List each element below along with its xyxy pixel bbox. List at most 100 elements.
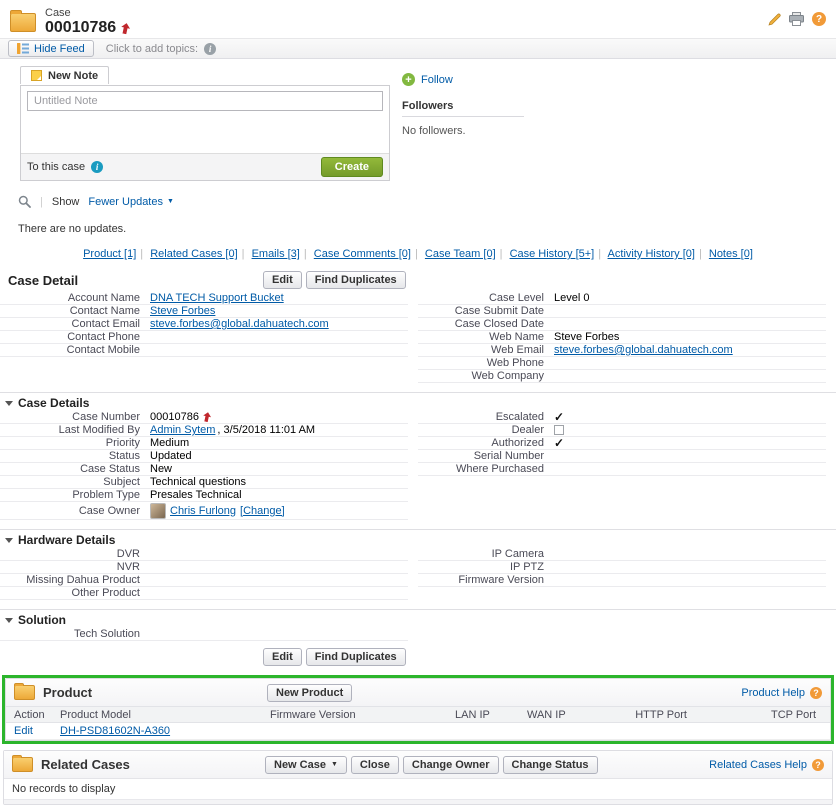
- product-edit-link[interactable]: Edit: [14, 725, 33, 737]
- case-detail-title: Case Detail: [8, 273, 78, 288]
- quicklink-case-comments[interactable]: Case Comments [0]: [314, 248, 411, 260]
- product-help-link[interactable]: Product Help ?: [741, 687, 822, 699]
- feed-filter-dropdown[interactable]: Fewer Updates ▼: [88, 196, 174, 208]
- field-row: IP Camera: [418, 548, 826, 561]
- chevron-down-icon: ▼: [331, 761, 338, 768]
- quicklink-notes[interactable]: Notes [0]: [709, 248, 753, 260]
- edit-button[interactable]: Edit: [263, 648, 302, 666]
- field-row: Last Modified ByAdmin Sytem, 3/5/2018 11…: [0, 424, 408, 437]
- solution-title: Solution: [18, 613, 66, 627]
- quicklink-product[interactable]: Product [1]: [83, 248, 136, 260]
- feed-icon: [17, 43, 29, 54]
- field-row: IP PTZ: [418, 561, 826, 574]
- case-owner-link[interactable]: Chris Furlong: [170, 505, 236, 517]
- product-model-link[interactable]: DH-PSD81602N-A360: [60, 725, 170, 737]
- owner-avatar[interactable]: [150, 503, 166, 519]
- new-note-tab-label: New Note: [48, 70, 98, 82]
- field-row: Tech Solution: [0, 628, 408, 641]
- collapse-icon[interactable]: [5, 401, 13, 406]
- find-duplicates-button[interactable]: Find Duplicates: [306, 271, 406, 289]
- field-row: Case StatusNew: [0, 463, 408, 476]
- field-row: Account NameDNA TECH Support Bucket: [0, 292, 408, 305]
- note-title-input[interactable]: [27, 91, 383, 111]
- feed-controls: | Show Fewer Updates ▼: [18, 195, 836, 208]
- collapse-icon[interactable]: [5, 538, 13, 543]
- field-row: Case Number00010786: [0, 411, 408, 424]
- help-icon[interactable]: ?: [812, 12, 826, 26]
- tab-new-note[interactable]: New Note: [20, 66, 109, 84]
- case-folder-icon: [10, 13, 36, 32]
- divider: |: [304, 248, 307, 260]
- case-details-title: Case Details: [18, 396, 89, 410]
- contact-email-link[interactable]: steve.forbes@global.dahuatech.com: [150, 318, 329, 330]
- no-followers-text: No followers.: [402, 125, 562, 137]
- divider: |: [242, 248, 245, 260]
- help-icon: ?: [810, 687, 822, 699]
- new-case-button[interactable]: New Case ▼: [265, 756, 347, 774]
- escalated-arrow-icon: [202, 411, 212, 422]
- related-list-quicklinks: Product [1] | Related Cases [0] | Emails […: [0, 248, 836, 260]
- quicklink-activity-history[interactable]: Activity History [0]: [608, 248, 695, 260]
- publisher-area: New Note To this case i Create + Follow …: [20, 65, 836, 181]
- page-header: Case 00010786 ?: [0, 0, 836, 38]
- field-row: Case Submit Date: [418, 305, 826, 318]
- follow-plus-icon: +: [402, 73, 415, 86]
- case-detail-header: Case Detail Edit Find Duplicates: [0, 271, 836, 292]
- case-detail-fields: Account NameDNA TECH Support Bucket Cont…: [0, 292, 836, 383]
- to-this-case-label: To this case: [27, 161, 85, 173]
- edit-page-icon[interactable]: [768, 13, 781, 26]
- web-email-link[interactable]: steve.forbes@global.dahuatech.com: [554, 344, 733, 356]
- divider: |: [140, 248, 143, 260]
- search-icon[interactable]: [18, 195, 31, 208]
- product-list-title: Product: [43, 685, 92, 700]
- change-owner-button[interactable]: Change Owner: [403, 756, 499, 774]
- solution-fields: Tech Solution: [0, 628, 836, 641]
- topics-info-icon[interactable]: i: [204, 43, 216, 55]
- hide-feed-button[interactable]: Hide Feed: [8, 40, 94, 57]
- field-row: Web Company: [418, 370, 826, 383]
- followers-heading: Followers: [402, 100, 524, 117]
- last-modified-by-link[interactable]: Admin Sytem: [150, 424, 215, 436]
- product-folder-icon: [14, 685, 35, 700]
- field-row: Case OwnerChris Furlong[Change]: [0, 502, 408, 520]
- field-row: Contact Emailsteve.forbes@global.dahuate…: [0, 318, 408, 331]
- field-row: Case LevelLevel 0: [418, 292, 826, 305]
- new-product-button[interactable]: New Product: [267, 684, 352, 702]
- field-row: Web NameSteve Forbes: [418, 331, 826, 344]
- edit-button[interactable]: Edit: [263, 271, 302, 289]
- help-icon: ?: [812, 759, 824, 771]
- print-icon[interactable]: [789, 12, 804, 26]
- hardware-details-section-header: Hardware Details: [0, 529, 836, 548]
- change-status-button[interactable]: Change Status: [503, 756, 598, 774]
- related-cases-wrap: Related Cases New Case ▼ Close Change Ow…: [3, 750, 833, 805]
- close-case-button[interactable]: Close: [351, 756, 399, 774]
- note-body-input[interactable]: [21, 111, 389, 153]
- quicklink-emails[interactable]: Emails [3]: [252, 248, 300, 260]
- follow-link[interactable]: Follow: [421, 74, 453, 86]
- hardware-details-title: Hardware Details: [18, 533, 115, 547]
- new-note-panel: To this case i Create: [20, 85, 390, 181]
- collapse-icon[interactable]: [5, 618, 13, 623]
- related-cases-title: Related Cases: [41, 757, 130, 772]
- case-number-title: 00010786: [45, 19, 116, 37]
- change-owner-link[interactable]: [Change]: [240, 505, 285, 517]
- quicklink-related-cases[interactable]: Related Cases [0]: [150, 248, 237, 260]
- contact-name-link[interactable]: Steve Forbes: [150, 305, 215, 317]
- quicklink-case-history[interactable]: Case History [5+]: [510, 248, 595, 260]
- field-row: Missing Dahua Product: [0, 574, 408, 587]
- quicklink-case-team[interactable]: Case Team [0]: [425, 248, 496, 260]
- related-cases-help-link[interactable]: Related Cases Help ?: [709, 759, 824, 771]
- field-row: Web Phone: [418, 357, 826, 370]
- note-info-icon[interactable]: i: [91, 161, 103, 173]
- add-topics-link[interactable]: Click to add topics:: [106, 43, 198, 55]
- case-details-fields: Case Number00010786 Last Modified ByAdmi…: [0, 411, 836, 520]
- divider: |: [598, 248, 601, 260]
- related-cases-header: Related Cases New Case ▼ Close Change Ow…: [4, 751, 832, 778]
- find-duplicates-button[interactable]: Find Duplicates: [306, 648, 406, 666]
- show-label: Show: [52, 196, 80, 208]
- field-row: Web Emailsteve.forbes@global.dahuatech.c…: [418, 344, 826, 357]
- account-name-link[interactable]: DNA TECH Support Bucket: [150, 292, 284, 304]
- checked-checkbox-icon: ✓: [554, 412, 564, 422]
- create-note-button[interactable]: Create: [321, 157, 383, 177]
- field-row: Problem TypePresales Technical: [0, 489, 408, 502]
